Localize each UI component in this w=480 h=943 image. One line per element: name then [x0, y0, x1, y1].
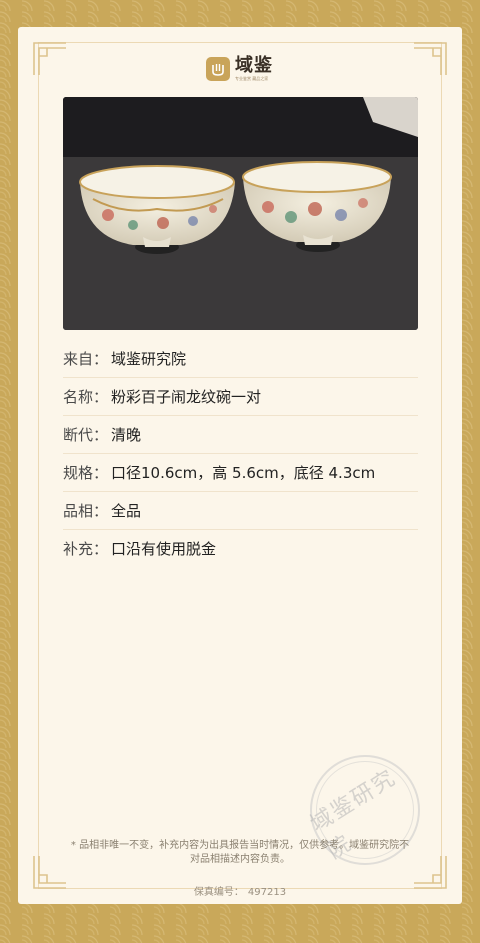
serial-value: 497213 [247, 887, 287, 898]
disclaimer-text: * 品相非唯一不变，补充内容为出具报告当时情况，仅供参考。域鉴研究院不对品相描述… [70, 840, 410, 865]
info-row-dimensions: 规格： 口径10.6cm，高 5.6cm，底径 4.3cm [63, 454, 418, 492]
brand-name: 域鉴 [235, 55, 273, 76]
row-value: 口径10.6cm，高 5.6cm，底径 4.3cm [111, 464, 376, 482]
certificate-card: 域鉴 专业鉴赏 藏品之家 来自： 域鉴研究院 名称： 粉彩百子闹龙纹碗一对 断代… [18, 27, 462, 904]
row-label: 规格： [63, 464, 109, 482]
item-photo [63, 97, 418, 330]
corner-ornament-icon [413, 42, 447, 76]
row-label: 断代： [63, 426, 109, 444]
row-label: 补充： [63, 540, 109, 558]
item-info-list: 来自： 域鉴研究院 名称： 粉彩百子闹龙纹碗一对 断代： 清晚 规格： 口径10… [63, 340, 418, 567]
info-row-source: 来自： 域鉴研究院 [63, 340, 418, 378]
brand-tagline: 专业鉴赏 藏品之家 [235, 76, 269, 81]
vessel-logo-icon [206, 56, 230, 81]
info-row-notes: 补充： 口沿有使用脱金 [63, 530, 418, 567]
row-value: 域鉴研究院 [111, 350, 187, 368]
row-value: 清晚 [111, 426, 142, 444]
row-value: 全品 [111, 502, 142, 520]
info-row-condition: 品相： 全品 [63, 492, 418, 530]
row-value: 粉彩百子闹龙纹碗一对 [111, 388, 262, 406]
info-row-name: 名称： 粉彩百子闹龙纹碗一对 [63, 378, 418, 416]
row-label: 来自： [63, 350, 109, 368]
row-label: 名称： [63, 388, 109, 406]
row-label: 品相： [63, 502, 109, 520]
brand-logo: 域鉴 专业鉴赏 藏品之家 [206, 56, 273, 81]
info-row-period: 断代： 清晚 [63, 416, 418, 454]
serial-number: 保真编号： 497213 [18, 883, 462, 898]
serial-label: 保真编号： [193, 887, 244, 898]
row-value: 口沿有使用脱金 [111, 540, 217, 558]
corner-ornament-icon [33, 42, 67, 76]
